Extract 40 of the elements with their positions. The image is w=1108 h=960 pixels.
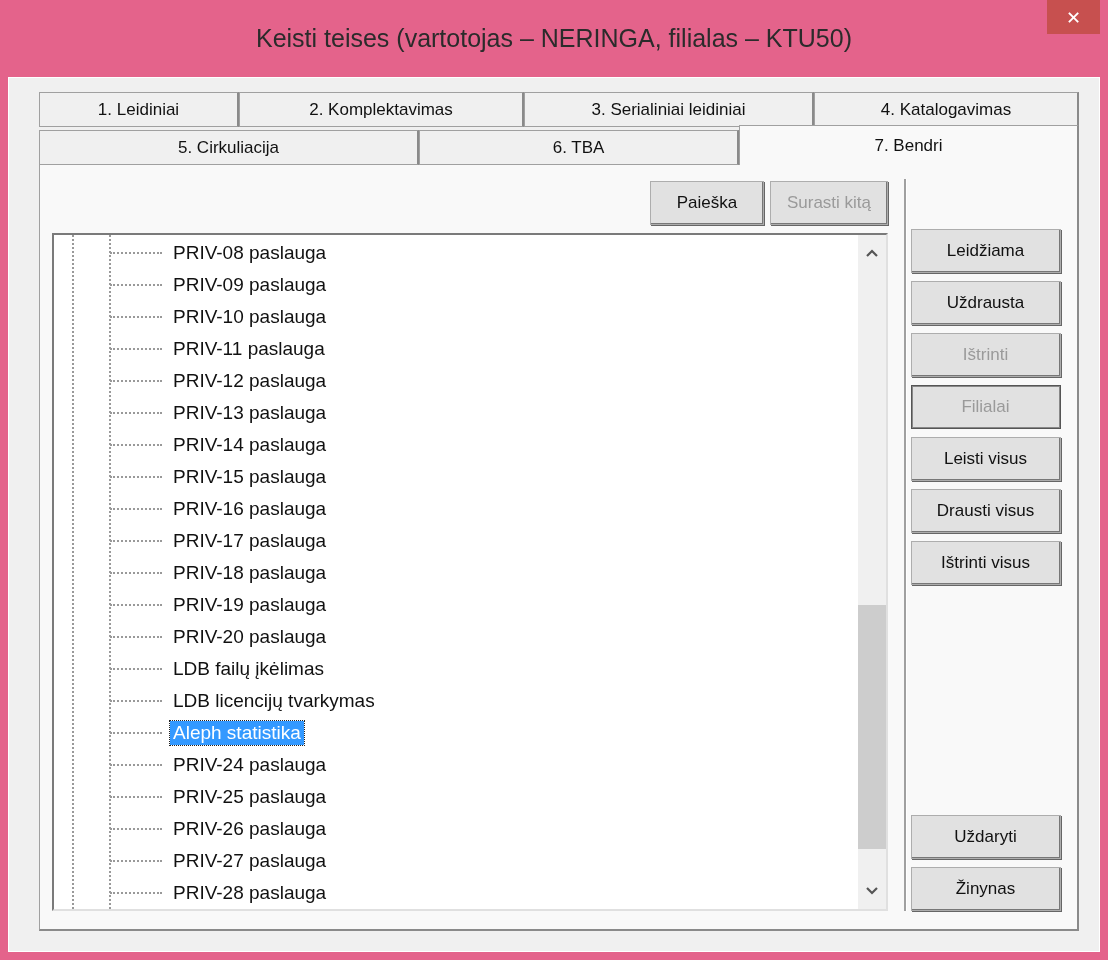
close-dialog-button[interactable]: Uždaryti — [910, 815, 1061, 859]
tree-item[interactable]: PRIV-16 paslauga — [170, 497, 330, 521]
tab[interactable]: 1. Leidiniai — [39, 92, 239, 127]
tree-item[interactable]: PRIV-11 paslauga — [170, 337, 328, 361]
tree-item[interactable]: PRIV-19 paslauga — [170, 593, 330, 617]
action-button[interactable]: Uždrausta — [910, 281, 1061, 325]
tree-item[interactable]: PRIV-10 paslauga — [170, 305, 330, 329]
tree-item[interactable]: PRIV-09 paslauga — [170, 273, 330, 297]
tree-item[interactable]: PRIV-14 paslauga — [170, 433, 330, 457]
tab[interactable]: 5. Cirkuliacija — [39, 130, 419, 165]
action-button[interactable]: Leidžiama — [910, 229, 1061, 273]
scroll-down-icon[interactable] — [865, 886, 879, 896]
tree-item[interactable]: PRIV-20 paslauga — [170, 625, 330, 649]
tree-item[interactable]: PRIV-13 paslauga — [170, 401, 330, 425]
tree-item[interactable]: PRIV-12 paslauga — [170, 369, 330, 393]
tree-item[interactable]: PRIV-28 paslauga — [170, 881, 330, 905]
tab[interactable]: 4. Katalogavimas — [814, 92, 1079, 127]
tree-item[interactable]: PRIV-26 paslauga — [170, 817, 330, 841]
tree-item[interactable]: PRIV-25 paslauga — [170, 785, 330, 809]
tree-item[interactable]: PRIV-27 paslauga — [170, 849, 330, 873]
tree-item[interactable]: PRIV-08 paslauga — [170, 241, 330, 265]
tab[interactable]: 6. TBA — [419, 130, 739, 165]
tree-item[interactable]: PRIV-24 paslauga — [170, 753, 330, 777]
close-button[interactable]: ✕ — [1047, 0, 1100, 34]
scrollbar[interactable] — [858, 235, 886, 909]
tree-item[interactable]: PRIV-18 paslauga — [170, 561, 330, 585]
tab[interactable]: 2. Komplektavimas — [239, 92, 524, 127]
search-button[interactable]: Paieška — [650, 181, 764, 225]
tab[interactable]: 7. Bendri — [739, 125, 1079, 165]
tree-item[interactable]: LDB failų įkėlimas — [170, 657, 327, 681]
action-button[interactable]: Leisti visus — [910, 437, 1061, 481]
action-button[interactable]: Ištrinti visus — [910, 541, 1061, 585]
window-title: Keisti teises (vartotojas – NERINGA, filialas – KTU50) — [254, 24, 853, 53]
scroll-up-icon[interactable] — [865, 248, 879, 258]
help-button[interactable]: Žinynas — [910, 867, 1061, 911]
tree-item[interactable]: LDB licencijų tvarkymas — [170, 689, 378, 713]
tree-item[interactable]: PRIV-15 paslauga — [170, 465, 330, 489]
action-button[interactable]: Drausti visus — [910, 489, 1061, 533]
tree-item[interactable]: PRIV-17 paslauga — [170, 529, 330, 553]
tab[interactable]: 3. Serialiniai leidiniai — [524, 92, 814, 127]
